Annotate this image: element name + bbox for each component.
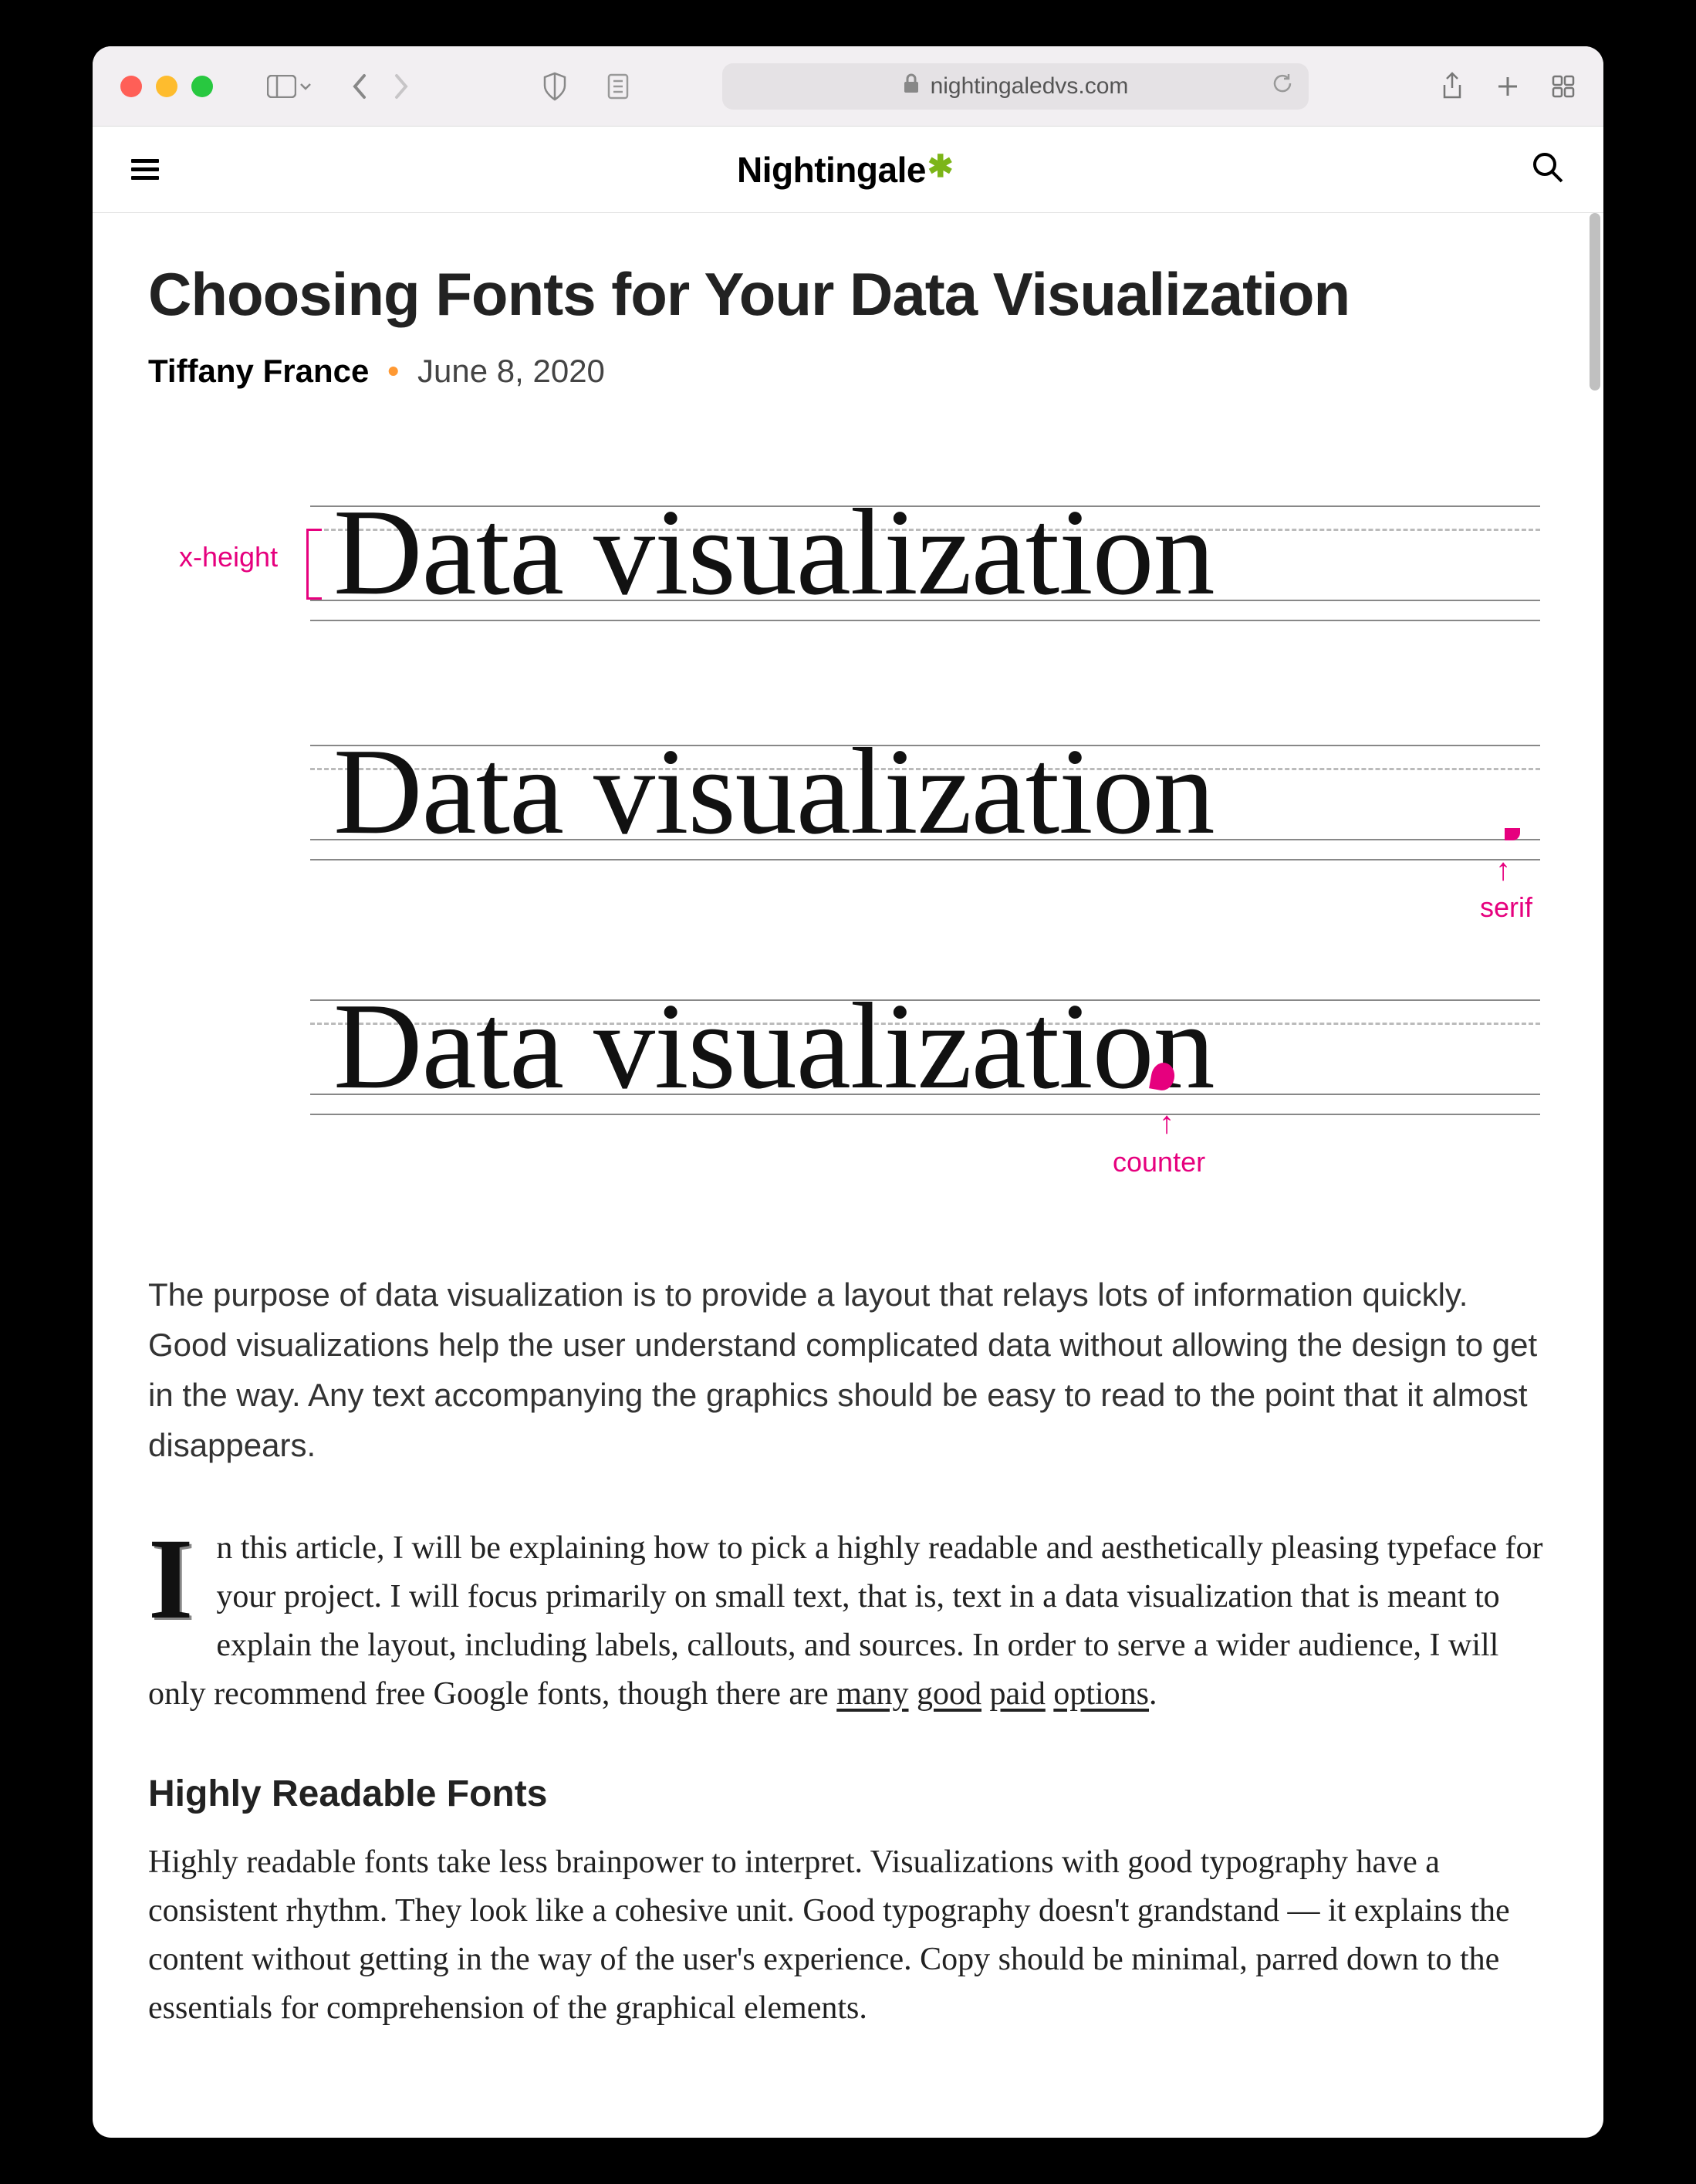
page-content: Choosing Fonts for Your Data Visualizati… (93, 213, 1603, 2138)
sample-text-3: Data visualization (333, 984, 1540, 1107)
window-controls (120, 76, 213, 97)
chevron-down-icon (299, 82, 312, 91)
link-options[interactable]: options (1053, 1676, 1149, 1712)
browser-window: nightingaledvs.com Nightingale ✱ (93, 46, 1603, 2138)
xheight-bracket-icon (306, 529, 322, 600)
counter-arrow-icon: ↑ (1159, 1106, 1174, 1141)
serif-arrow-icon: ↑ (1495, 853, 1511, 887)
sample-text-2: Data visualization (333, 729, 1540, 853)
scrollbar[interactable] (1590, 213, 1600, 390)
body-paragraph: Highly readable fonts take less brainpow… (148, 1838, 1548, 2033)
link-good[interactable]: good (917, 1676, 981, 1712)
maximize-window-button[interactable] (191, 76, 213, 97)
annotation-counter: counter (1113, 1146, 1205, 1178)
address-bar[interactable]: nightingaledvs.com (722, 63, 1309, 110)
logo-text: Nightingale (737, 149, 926, 191)
site-header: Nightingale ✱ (93, 127, 1603, 213)
annotation-serif: serif (1480, 891, 1532, 924)
sample-text-1: Data visualization (333, 490, 1540, 614)
site-logo[interactable]: Nightingale ✱ (737, 149, 953, 191)
search-button[interactable] (1531, 150, 1565, 188)
link-paid[interactable]: paid (990, 1676, 1046, 1712)
intro-end: . (1149, 1676, 1157, 1712)
sidebar-toggle-button[interactable] (267, 75, 312, 98)
menu-button[interactable] (131, 154, 159, 184)
dropcap: I (148, 1524, 216, 1629)
url-host: nightingaledvs.com (931, 73, 1129, 100)
refresh-button[interactable] (1272, 72, 1293, 101)
lede-paragraph: The purpose of data visualization is to … (148, 1269, 1548, 1470)
author-link[interactable]: Tiffany France (148, 353, 369, 390)
lock-icon (903, 73, 920, 100)
tab-overview-button[interactable] (1551, 74, 1576, 99)
byline: Tiffany France • June 8, 2020 (148, 353, 1548, 390)
byline-separator: • (387, 353, 399, 390)
article-title: Choosing Fonts for Your Data Visualizati… (148, 259, 1548, 330)
intro-paragraph: In this article, I will be explaining ho… (148, 1524, 1548, 1719)
reader-mode-icon[interactable] (606, 73, 630, 100)
close-window-button[interactable] (120, 76, 142, 97)
hero-figure: x-height Data visualization Data visuali… (148, 505, 1548, 1177)
share-button[interactable] (1440, 71, 1465, 102)
browser-toolbar: nightingaledvs.com (93, 46, 1603, 127)
back-button[interactable] (350, 73, 369, 100)
logo-asterisk-icon: ✱ (927, 149, 953, 184)
minimize-window-button[interactable] (156, 76, 177, 97)
publish-date: June 8, 2020 (417, 353, 605, 390)
link-many[interactable]: many (836, 1676, 908, 1712)
privacy-shield-icon[interactable] (542, 72, 568, 101)
annotation-xheight: x-height (179, 541, 278, 573)
forward-button[interactable] (392, 73, 410, 100)
new-tab-button[interactable] (1495, 74, 1520, 99)
section-heading: Highly Readable Fonts (148, 1773, 1548, 1815)
